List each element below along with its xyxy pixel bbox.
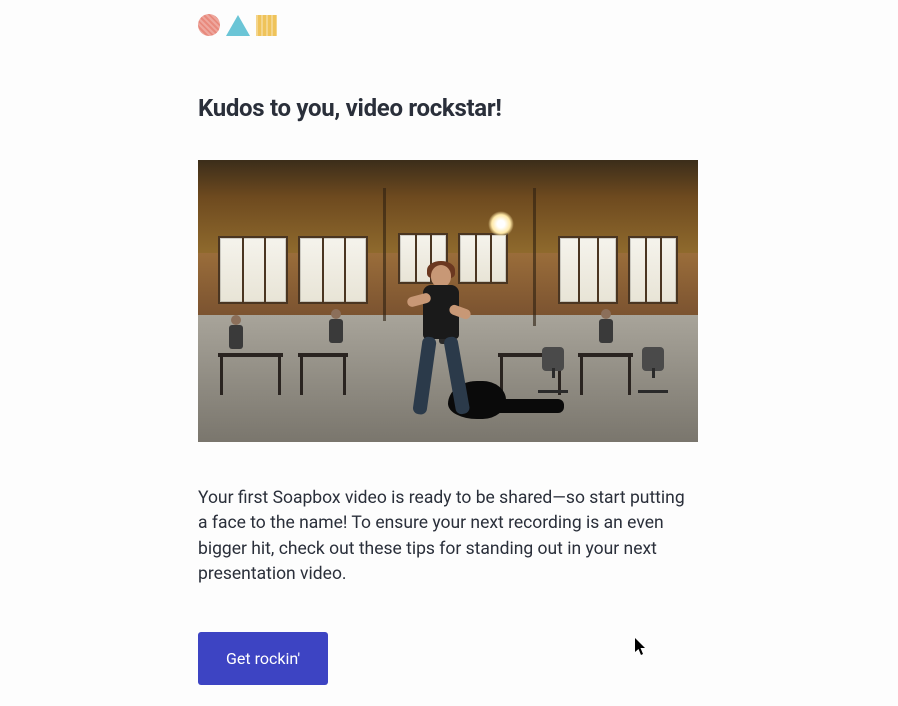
brand-logo [198,14,698,36]
hero-image [198,160,698,442]
person-rockstar-icon [413,265,469,425]
square-icon [256,15,277,36]
email-container: Kudos to you, video rockstar! [198,0,698,685]
triangle-icon [226,15,250,36]
cta-button[interactable]: Get rockin' [198,632,328,685]
circle-icon [198,14,220,36]
body-text: Your first Soapbox video is ready to be … [198,486,698,588]
headline: Kudos to you, video rockstar! [198,94,698,122]
